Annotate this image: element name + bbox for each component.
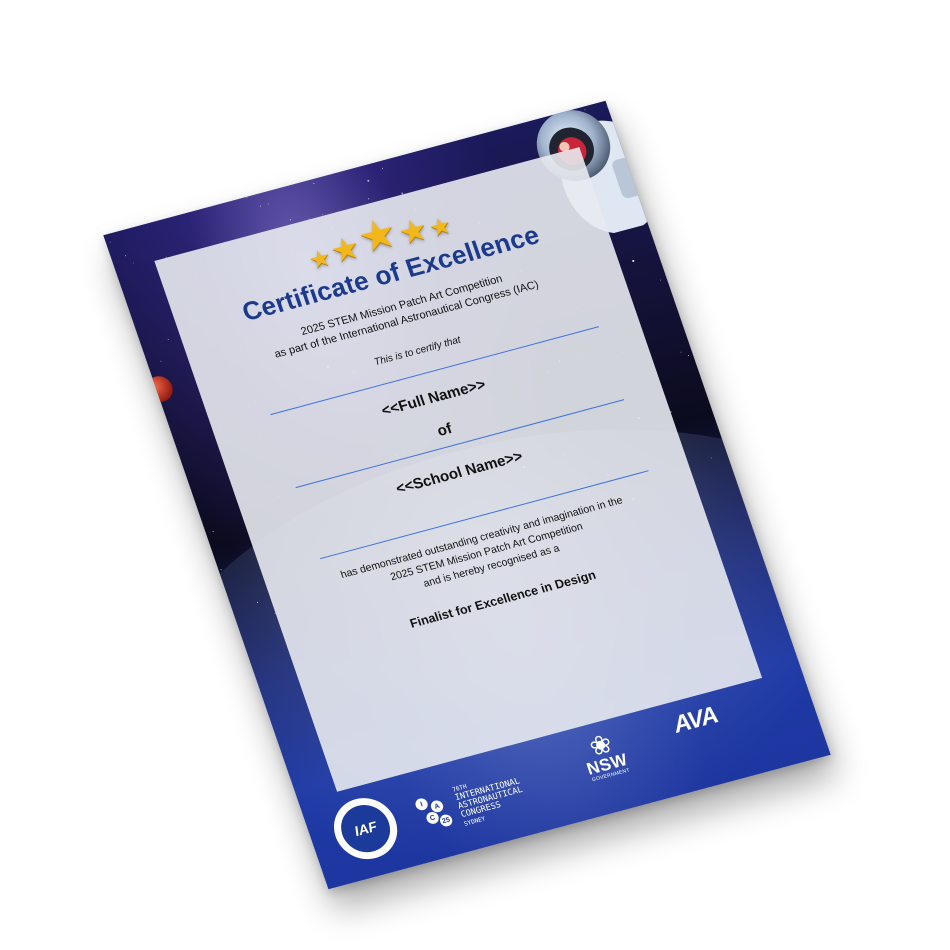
star-dot: [245, 196, 248, 199]
star-dot: [687, 354, 689, 356]
star-dot: [125, 255, 127, 257]
certificate-sheet: ★ ★ ★ ★ ★ Certificate of Excellence 2025 STE…: [103, 100, 831, 890]
star-dot: [109, 241, 111, 243]
nsw-government-logo: ❀ NSW GOVERNMENT: [567, 725, 646, 803]
iac-dot: 25: [438, 813, 454, 828]
star-dot: [381, 167, 383, 169]
star-dot: [631, 259, 635, 262]
iaf-logo: IAF: [325, 791, 406, 867]
body-line: 2025 STEM Mission Patch Art Competition: [388, 520, 585, 584]
star-dot: [366, 179, 370, 182]
iac-wordmark: 76TH INTERNATIONAL ASTRONAUTICAL CONGRES…: [451, 769, 530, 829]
iac-mark-icon: I A C 25: [413, 791, 459, 834]
star-dot: [211, 530, 214, 532]
star-dot: [159, 360, 162, 362]
iac-dot: I: [413, 797, 430, 812]
star-dot: [167, 339, 170, 341]
stage: ★ ★ ★ ★ ★ Certificate of Excellence 2025 STE…: [0, 0, 950, 950]
star-dot: [260, 205, 262, 208]
iaf-mark: IAF: [334, 799, 397, 858]
star-dot: [312, 182, 314, 184]
star-dot: [267, 203, 270, 205]
iac-dot: C: [424, 810, 441, 826]
star-dot: [133, 262, 135, 264]
star-dot: [680, 351, 682, 353]
star-dot: [659, 279, 661, 281]
certificate-panel: ★ ★ ★ ★ ★ Certificate of Excellence 2025 STE…: [154, 147, 763, 792]
ava-logo: AVA: [647, 696, 754, 776]
star-dot: [289, 219, 292, 221]
star-dot: [368, 198, 370, 200]
